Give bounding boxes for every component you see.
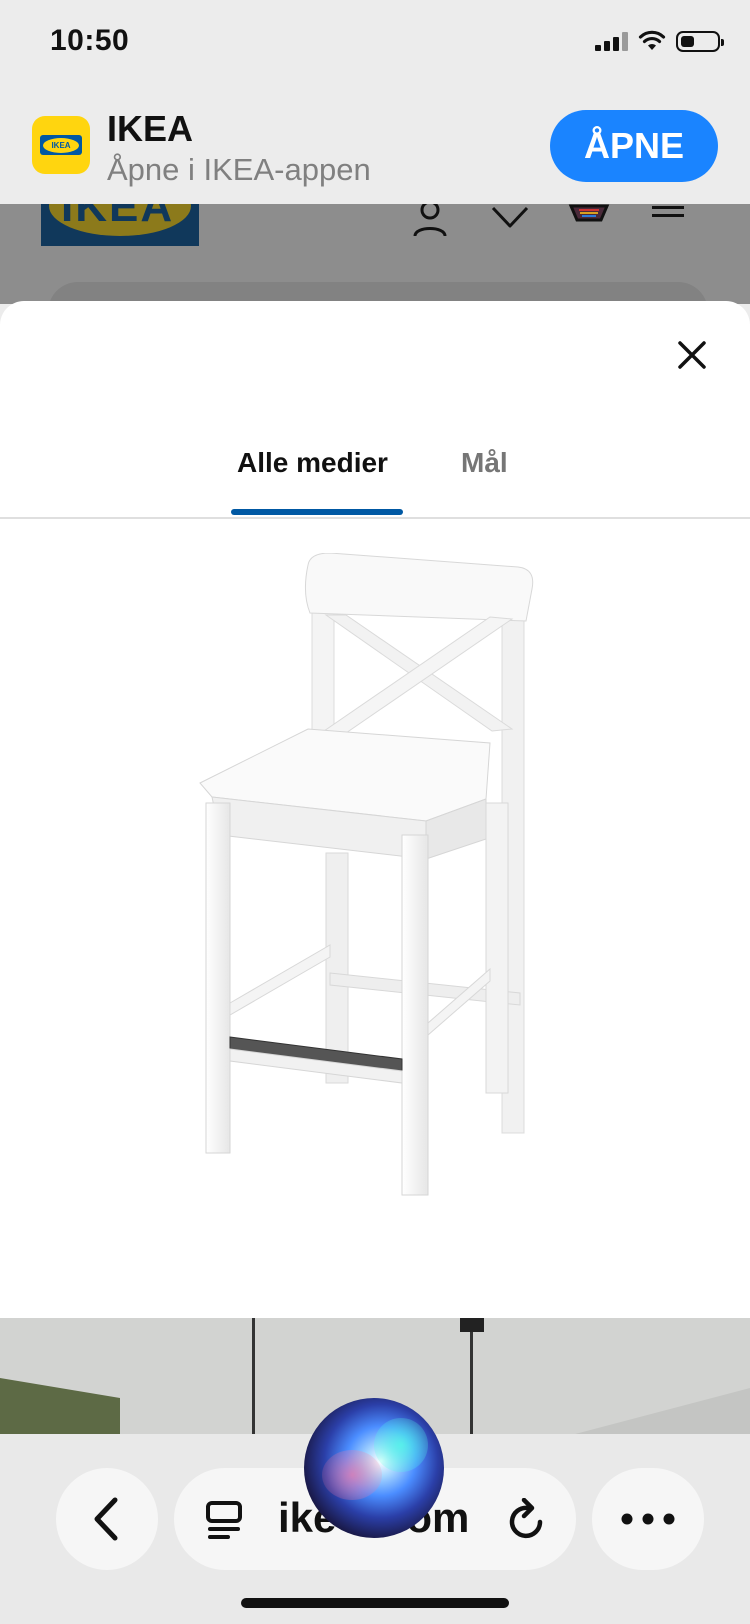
close-icon	[678, 341, 706, 369]
status-indicators	[595, 30, 724, 52]
product-image-bar-stool[interactable]	[190, 553, 570, 1233]
tab-dimensions[interactable]: Mål	[461, 447, 508, 479]
cellular-signal-icon	[595, 31, 628, 51]
cart-icon[interactable]	[567, 204, 611, 242]
site-header-dimmed: IKEA	[0, 204, 750, 304]
media-modal: Alle medier Mål	[0, 301, 750, 1321]
reader-icon[interactable]	[204, 1500, 244, 1540]
banner-subtitle: Åpne i IKEA-appen	[107, 152, 371, 187]
media-tabs: Alle medier Mål	[0, 433, 750, 519]
back-button[interactable]	[56, 1468, 158, 1570]
close-button[interactable]	[670, 333, 714, 377]
siri-orb-icon[interactable]	[304, 1398, 444, 1538]
ikea-logo[interactable]: IKEA	[41, 204, 199, 246]
active-tab-indicator	[231, 509, 403, 515]
app-banner: IKEA IKEA Åpne i IKEA-appen ÅPNE	[0, 92, 750, 204]
wifi-icon	[638, 30, 666, 50]
status-time: 10:50	[50, 24, 130, 57]
profile-icon[interactable]	[410, 204, 450, 242]
app-icon-logo-text: IKEA	[43, 137, 79, 153]
open-app-button[interactable]: ÅPNE	[550, 110, 718, 182]
heart-icon[interactable]	[490, 204, 530, 242]
menu-icon[interactable]	[650, 204, 686, 242]
home-indicator[interactable]	[241, 1598, 509, 1608]
ikea-logo-text: IKEA	[61, 204, 175, 231]
banner-app-name: IKEA	[107, 108, 194, 149]
status-bar: 10:50	[0, 0, 750, 92]
back-icon	[94, 1497, 118, 1541]
tab-all-media[interactable]: Alle medier	[237, 447, 388, 479]
ikea-app-icon: IKEA	[32, 116, 90, 174]
more-button[interactable]	[592, 1468, 704, 1570]
reload-icon[interactable]	[506, 1498, 548, 1542]
more-icon	[621, 1513, 675, 1525]
battery-icon	[676, 30, 724, 52]
